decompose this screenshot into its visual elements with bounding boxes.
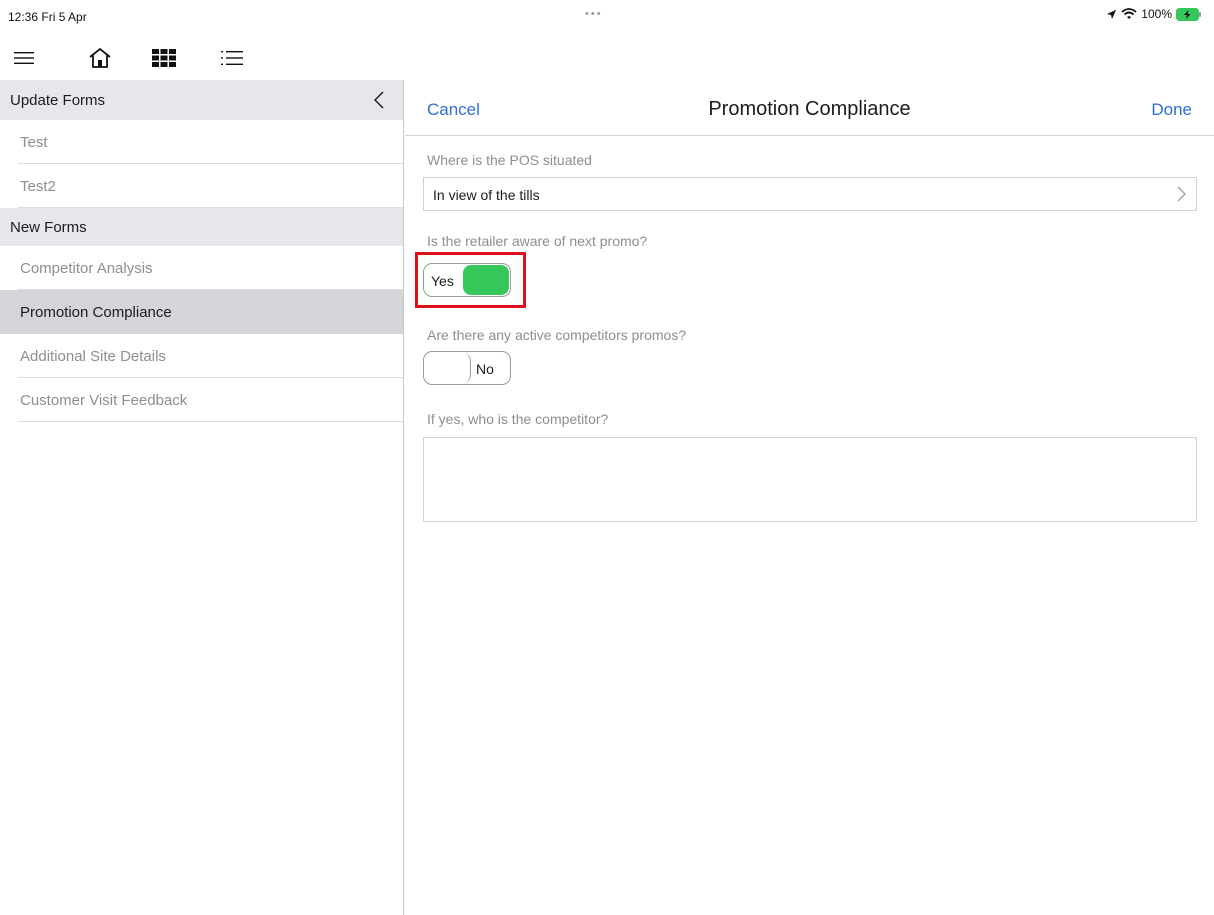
- competitor-promos-label: Are there any active competitors promos?: [427, 327, 687, 343]
- status-time: 12:36 Fri 5 Apr: [8, 10, 87, 24]
- home-icon[interactable]: [84, 42, 116, 74]
- menu-icon[interactable]: [8, 42, 40, 74]
- done-button[interactable]: Done: [1151, 100, 1192, 120]
- chevron-right-icon: [1177, 186, 1186, 207]
- battery-percentage: 100%: [1141, 7, 1172, 21]
- section-title: New Forms: [10, 218, 87, 236]
- competitor-name-field[interactable]: [423, 437, 1197, 522]
- sidebar-item-label: Promotion Compliance: [20, 303, 172, 321]
- toggle-state-label: Yes: [431, 273, 454, 289]
- section-update-forms: Update Forms: [0, 80, 403, 120]
- sidebar-item-promotion-compliance[interactable]: Promotion Compliance: [0, 290, 403, 334]
- top-toolbar: [0, 36, 1214, 80]
- forms-sidebar: Update Forms Test Test2 New Forms Compet…: [0, 80, 404, 915]
- pos-location-select[interactable]: In view of the tills: [423, 177, 1197, 211]
- form-panel: Cancel Promotion Compliance Done Where i…: [405, 80, 1214, 915]
- retailer-aware-toggle[interactable]: Yes: [423, 263, 511, 297]
- toggle-knob: [463, 265, 509, 295]
- sidebar-item-label: Test: [20, 133, 48, 151]
- sidebar-item-test[interactable]: Test: [0, 120, 403, 164]
- wifi-icon: [1121, 8, 1137, 20]
- retailer-aware-label: Is the retailer aware of next promo?: [427, 233, 648, 249]
- form-nav-bar: Cancel Promotion Compliance Done: [405, 80, 1214, 136]
- multitasking-dots[interactable]: •••: [585, 8, 603, 20]
- chevron-left-icon[interactable]: [369, 88, 389, 112]
- pos-location-value: In view of the tills: [433, 187, 540, 203]
- page-title: Promotion Compliance: [708, 98, 911, 120]
- list-icon[interactable]: [216, 42, 248, 74]
- pos-location-label: Where is the POS situated: [427, 152, 592, 168]
- status-bar: 12:36 Fri 5 Apr ••• 100%: [0, 0, 1214, 36]
- section-title: Update Forms: [10, 91, 106, 109]
- sidebar-item-customer-visit-feedback[interactable]: Customer Visit Feedback: [0, 378, 403, 422]
- competitor-promos-toggle[interactable]: No: [423, 351, 511, 385]
- battery-icon: [1176, 7, 1202, 21]
- sidebar-item-label: Customer Visit Feedback: [20, 391, 188, 409]
- sidebar-item-label: Competitor Analysis: [20, 259, 153, 277]
- status-indicators: 100%: [1106, 7, 1202, 21]
- competitor-name-label: If yes, who is the competitor?: [427, 411, 609, 427]
- toggle-state-label: No: [476, 361, 494, 377]
- section-new-forms: New Forms: [0, 208, 403, 246]
- location-icon: [1106, 9, 1117, 20]
- sidebar-item-label: Additional Site Details: [20, 347, 166, 365]
- grid-icon[interactable]: [148, 42, 180, 74]
- sidebar-item-test2[interactable]: Test2: [0, 164, 403, 208]
- sidebar-item-additional-site-details[interactable]: Additional Site Details: [0, 334, 403, 378]
- toggle-knob: [425, 353, 471, 383]
- sidebar-item-competitor-analysis[interactable]: Competitor Analysis: [0, 246, 403, 290]
- sidebar-item-label: Test2: [20, 177, 56, 195]
